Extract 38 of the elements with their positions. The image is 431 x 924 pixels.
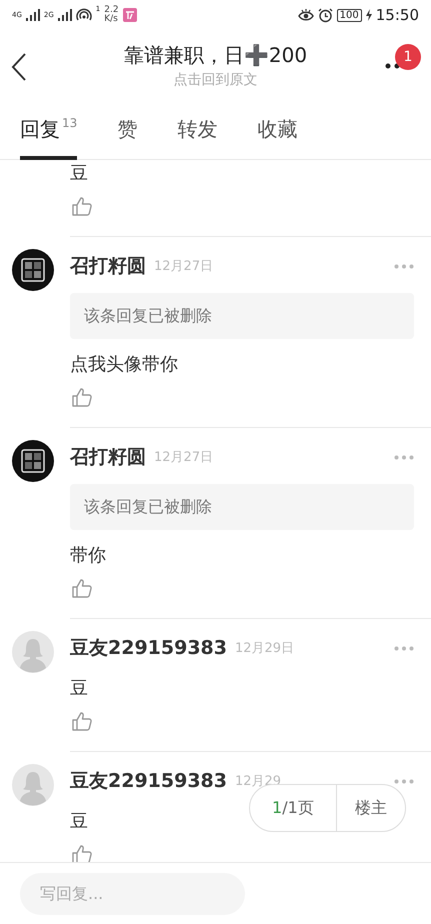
avatar-icon[interactable] (12, 764, 54, 806)
comment-text: 豆 (70, 677, 88, 701)
hotspot-icon (76, 8, 92, 22)
more-icon[interactable] (385, 63, 401, 69)
quoted-reply: 该条回复已被删除 (70, 293, 414, 339)
alarm-icon (318, 8, 333, 22)
charging-icon (366, 9, 372, 21)
comment-text: 豆 (70, 162, 88, 186)
comment-date: 12月29日 (234, 640, 294, 657)
notification-badge: 1 (395, 44, 421, 70)
post-title[interactable]: 靠谱兼职，日➕200 (124, 42, 308, 68)
user-name[interactable]: 豆友229159383 (70, 635, 227, 661)
back-icon[interactable] (10, 52, 28, 82)
signal-icon (58, 9, 72, 21)
speed-unit: K/s (104, 15, 119, 24)
comment-date: 12月27日 (154, 449, 214, 466)
user-name[interactable]: 豆友229159383 (70, 768, 227, 794)
speed-value: 2.2 (104, 6, 119, 15)
tab[interactable]: 回复$^{13}$ (20, 100, 78, 159)
tab[interactable]: 转发 (177, 100, 218, 159)
battery-icon: 100 (336, 8, 362, 22)
signal-icon (26, 9, 40, 21)
quoted-reply: 该条回复已被删除 (70, 484, 414, 530)
comment-text: 点我头像带你 (70, 353, 178, 377)
eye-icon (298, 8, 314, 22)
comment-text: 豆 (70, 810, 88, 834)
user-name[interactable]: 召打籽圆 (70, 253, 146, 279)
comment-date: 12月27日 (154, 258, 214, 275)
tab[interactable]: 赞 (117, 100, 138, 159)
tab[interactable]: 收藏 (257, 100, 298, 159)
avatar-icon[interactable] (12, 631, 54, 673)
reply-input-field[interactable]: 写回复... (20, 872, 245, 914)
user-name[interactable]: 召打籽圆 (70, 444, 146, 470)
comment-text: 带你 (70, 544, 106, 568)
page-indicator[interactable]: 1/1页 (250, 785, 337, 831)
clock-time: 15:50 (376, 6, 419, 24)
owner-only-button[interactable]: 楼主 (336, 785, 405, 831)
app-icon (122, 8, 137, 22)
